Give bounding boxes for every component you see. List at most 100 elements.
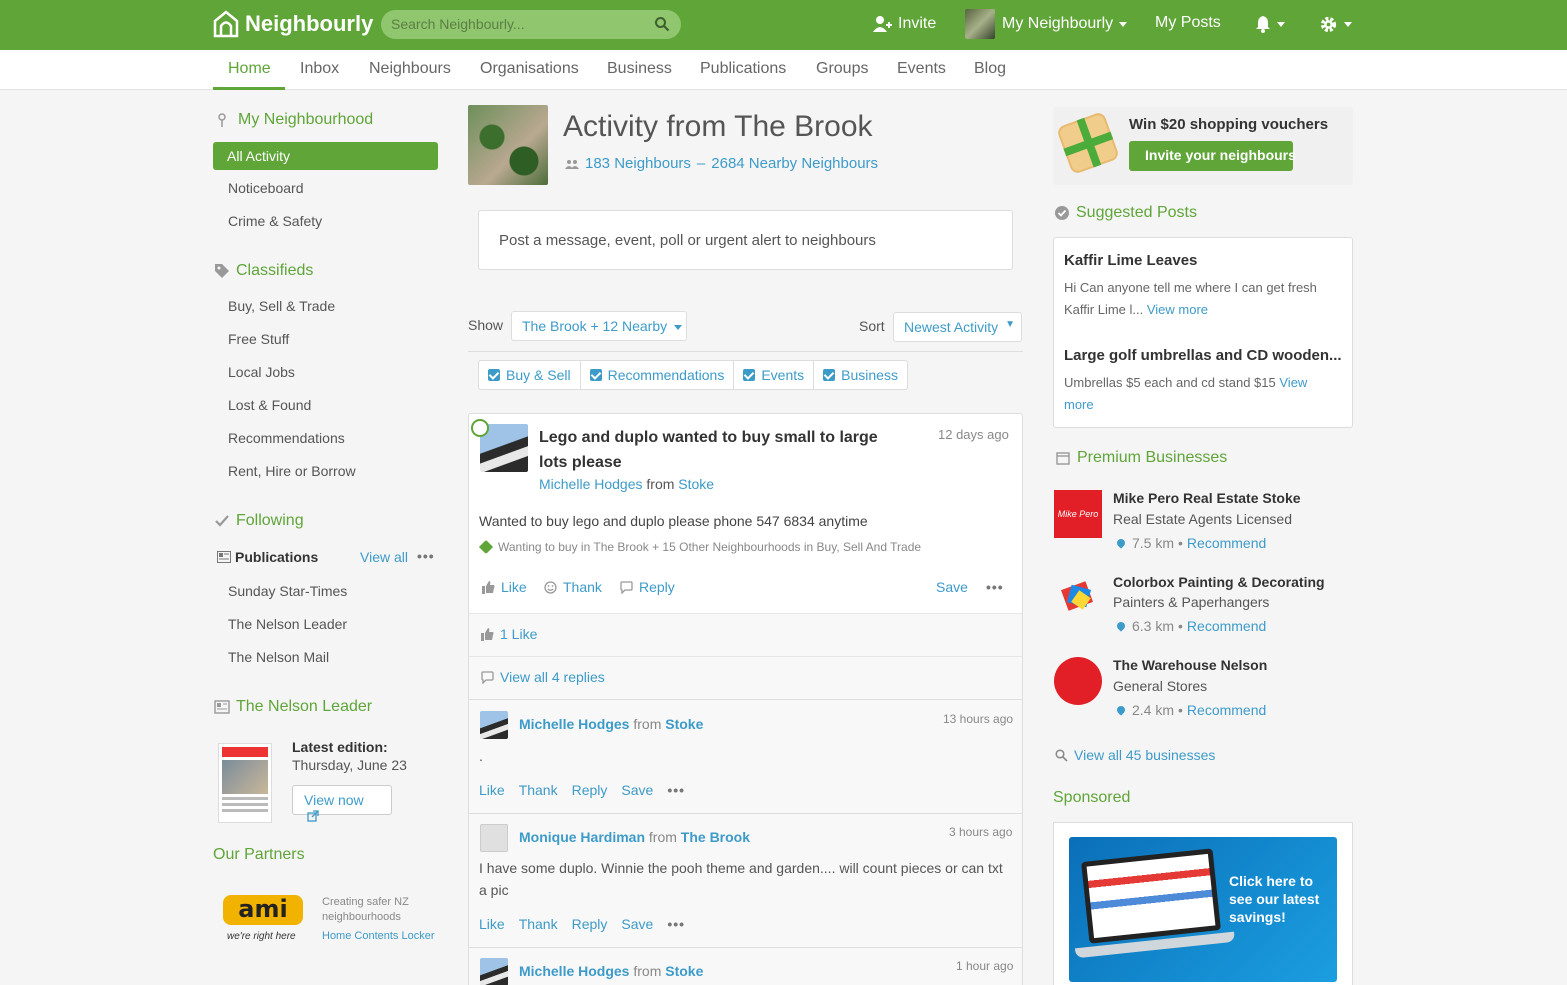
sidebar-item-lost-found[interactable]: Lost & Found — [228, 397, 311, 413]
sidebar-item-nelson-mail[interactable]: The Nelson Mail — [228, 649, 329, 665]
settings-button[interactable] — [1319, 15, 1352, 34]
tab-publications[interactable]: Publications — [700, 60, 786, 78]
like-button[interactable]: Like — [482, 579, 527, 595]
thank-button[interactable]: Thank — [519, 916, 558, 932]
location-link[interactable]: Stoke — [665, 963, 703, 979]
sidebar-item-noticeboard[interactable]: Noticeboard — [228, 180, 304, 196]
more-options-icon[interactable]: ••• — [986, 579, 1004, 595]
avatar[interactable] — [480, 958, 508, 985]
sponsored-ad[interactable]: Click here to see our latest savings! — [1069, 837, 1337, 982]
nearby-count-link[interactable]: 2684 Nearby Neighbours — [711, 155, 878, 172]
tab-business[interactable]: Business — [607, 60, 672, 78]
my-neighbourhood-heading[interactable]: My Neighbourhood — [216, 111, 373, 129]
view-now-button[interactable]: View now — [292, 785, 392, 822]
view-all-publications-link[interactable]: View all — [360, 549, 408, 565]
like-button[interactable]: Like — [479, 916, 505, 932]
thank-button[interactable]: Thank — [519, 782, 558, 798]
business-logo[interactable] — [1054, 657, 1102, 705]
suggested-post-text: Umbrellas $5 each and cd stand $15 — [1064, 375, 1276, 390]
filter-business[interactable]: Business — [814, 361, 907, 389]
search-icon[interactable] — [654, 16, 670, 32]
business-logo[interactable] — [1054, 573, 1102, 621]
reply-button[interactable]: Reply — [572, 916, 608, 932]
reply-button[interactable]: Reply — [620, 579, 675, 595]
like-button[interactable]: Like — [479, 782, 505, 798]
sidebar-item-local-jobs[interactable]: Local Jobs — [228, 364, 295, 380]
logo[interactable]: Neighbourly — [212, 9, 373, 39]
business-name[interactable]: Mike Pero Real Estate Stoke — [1113, 490, 1301, 506]
sidebar-item-rent-hire-borrow[interactable]: Rent, Hire or Borrow — [228, 463, 356, 479]
view-all-businesses-link[interactable]: View all 45 businesses — [1055, 747, 1215, 763]
show-select[interactable]: The Brook + 12 Nearby — [511, 311, 687, 341]
following-heading[interactable]: Following — [214, 512, 304, 530]
more-options-icon[interactable]: ••• — [667, 782, 685, 798]
filter-events[interactable]: Events — [734, 361, 815, 389]
avatar[interactable] — [480, 711, 508, 739]
invite-neighbours-button[interactable]: Invite your neighbours — [1129, 141, 1296, 171]
tab-organisations[interactable]: Organisations — [480, 60, 579, 78]
sidebar-item-recommendations[interactable]: Recommendations — [228, 430, 345, 446]
suggested-post-title[interactable]: Large golf umbrellas and CD wooden... — [1064, 347, 1342, 364]
author-link[interactable]: Monique Hardiman — [519, 829, 645, 845]
search-input[interactable]: Search Neighbourly... — [381, 10, 681, 39]
ami-logo[interactable]: ami we're right here — [221, 893, 303, 942]
business-category: Real Estate Agents Licensed — [1113, 511, 1293, 527]
post-title[interactable]: Lego and duplo wanted to buy small to la… — [539, 425, 909, 475]
location-link[interactable]: The Brook — [681, 829, 750, 845]
sidebar-item-free-stuff[interactable]: Free Stuff — [228, 331, 289, 347]
author-link[interactable]: Michelle Hodges — [519, 963, 629, 979]
tab-groups[interactable]: Groups — [816, 60, 868, 78]
neighbours-count-link[interactable]: 183 Neighbours — [585, 155, 691, 172]
sidebar-item-nelson-leader[interactable]: The Nelson Leader — [228, 616, 347, 632]
active-tab-indicator — [213, 87, 285, 90]
post-composer-input[interactable]: Post a message, event, poll or urgent al… — [478, 210, 1013, 270]
more-options-icon[interactable]: ••• — [417, 548, 435, 564]
partner-link[interactable]: Home Contents Locker — [322, 930, 435, 942]
recommend-link[interactable]: Recommend — [1187, 702, 1266, 718]
business-name[interactable]: Colorbox Painting & Decorating — [1113, 574, 1325, 590]
tab-neighbours[interactable]: Neighbours — [369, 60, 451, 78]
tab-events[interactable]: Events — [897, 60, 946, 78]
tab-home[interactable]: Home — [228, 60, 271, 78]
author-link[interactable]: Michelle Hodges — [519, 716, 629, 732]
business-logo[interactable]: Mike Pero — [1054, 490, 1102, 538]
more-options-icon[interactable]: ••• — [667, 916, 685, 932]
view-more-link[interactable]: View more — [1147, 302, 1208, 317]
nelson-leader-heading[interactable]: The Nelson Leader — [214, 698, 372, 716]
tab-blog[interactable]: Blog — [974, 60, 1006, 78]
external-link-icon — [307, 810, 319, 822]
location-link[interactable]: Stoke — [678, 476, 714, 492]
my-posts-link[interactable]: My Posts — [1155, 14, 1221, 32]
save-button[interactable]: Save — [621, 916, 653, 932]
view-replies-link[interactable]: View all 4 replies — [481, 669, 605, 685]
sidebar-item-crime-safety[interactable]: Crime & Safety — [228, 213, 322, 229]
suggested-post-title[interactable]: Kaffir Lime Leaves — [1064, 252, 1197, 269]
tab-inbox[interactable]: Inbox — [300, 60, 339, 78]
my-neighbourly-menu[interactable]: My Neighbourly — [965, 9, 1128, 39]
sidebar-item-all-activity[interactable]: All Activity — [213, 142, 438, 170]
save-button[interactable]: Save — [936, 579, 968, 595]
invite-button[interactable]: Invite — [872, 15, 936, 33]
sidebar-item-buy-sell-trade[interactable]: Buy, Sell & Trade — [228, 298, 335, 314]
sidebar-item-sunday-star-times[interactable]: Sunday Star-Times — [228, 583, 347, 599]
author-link[interactable]: Michelle Hodges — [539, 476, 643, 492]
from-label: from — [646, 476, 675, 492]
recommend-link[interactable]: Recommend — [1187, 618, 1266, 634]
business-meta: 2.4 km • Recommend — [1115, 702, 1266, 718]
reply-button[interactable]: Reply — [572, 782, 608, 798]
sort-select[interactable]: Newest Activity ▼ — [893, 312, 1022, 342]
business-name[interactable]: The Warehouse Nelson — [1113, 657, 1267, 673]
publications-row: Publications View all ••• — [216, 548, 438, 568]
likes-count-link[interactable]: 1 Like — [481, 626, 537, 642]
classifieds-heading[interactable]: Classifieds — [214, 262, 313, 280]
thank-button[interactable]: Thank — [544, 579, 602, 595]
save-button[interactable]: Save — [621, 782, 653, 798]
filter-recommendations[interactable]: Recommendations — [581, 361, 735, 389]
partner-text: Creating safer NZ neighbourhoods — [322, 896, 409, 923]
filter-buy-sell[interactable]: Buy & Sell — [479, 361, 581, 389]
avatar[interactable] — [480, 824, 508, 852]
location-link[interactable]: Stoke — [665, 716, 703, 732]
notifications-button[interactable] — [1255, 15, 1285, 33]
recommend-link[interactable]: Recommend — [1187, 535, 1266, 551]
newspaper-thumbnail[interactable] — [218, 743, 272, 823]
